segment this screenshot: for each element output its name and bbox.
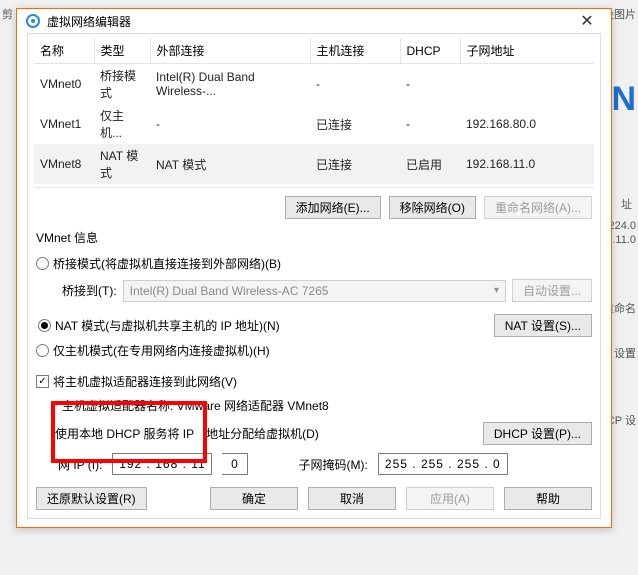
add-network-button[interactable]: 添加网络(E)... [285,196,381,219]
col-host[interactable]: 主机连接 [310,38,400,64]
col-name[interactable]: 名称 [34,38,94,64]
nat-settings-button[interactable]: NAT 设置(S)... [494,314,592,337]
table-row[interactable]: VMnet8NAT 模式NAT 模式 已连接已启用192.168.11.0 [34,144,594,184]
adapter-name-label: 主机虚拟适配器名称: VMware 网络适配器 VMnet8 [34,393,594,418]
title-bar: 虚拟网络编辑器 ✕ [17,9,611,33]
radio-icon [36,257,49,270]
virtual-network-editor-dialog: 虚拟网络编辑器 ✕ 名称 类型 外部连接 主机连接 DHCP 子网地址 [16,8,612,528]
subnet-mask-input[interactable]: 255 . 255 . 255 . 0 [378,453,508,475]
table-row[interactable]: VMnet1仅主机...- 已连接-192.168.80.0 [34,104,594,144]
window-title: 虚拟网络编辑器 [47,13,131,30]
subnet-ip-last-octet[interactable]: 0 [222,453,248,475]
auto-settings-button: 自动设置... [512,279,592,302]
rename-network-button: 重命名网络(A)... [484,196,592,219]
dialog-body: 名称 类型 外部连接 主机连接 DHCP 子网地址 VMnet0桥接模式Inte… [27,33,601,519]
subnet-ip-input[interactable]: 192 . 168 . 11 [112,453,212,475]
remove-network-button[interactable]: 移除网络(O) [389,196,476,219]
close-button[interactable]: ✕ [567,9,607,33]
radio-icon [36,344,49,357]
chevron-down-icon: ▾ [494,285,499,296]
network-list[interactable]: 名称 类型 外部连接 主机连接 DHCP 子网地址 VMnet0桥接模式Inte… [34,38,594,188]
col-ext[interactable]: 外部连接 [150,38,310,64]
network-list-header: 名称 类型 外部连接 主机连接 DHCP 子网地址 [34,38,594,64]
app-icon [25,13,41,29]
help-button[interactable]: 帮助 [504,487,592,510]
subnet-ip-label: 网 IP (I): [58,456,102,473]
nat-mode-radio[interactable]: NAT 模式(与虚拟机共享主机的 IP 地址)(N) [36,314,282,337]
apply-button: 应用(A) [406,487,494,510]
dhcp-settings-button[interactable]: DHCP 设置(P)... [483,422,592,445]
dialog-buttons: 还原默认设置(R) 确定 取消 应用(A) 帮助 [34,477,594,510]
bridge-mode-radio[interactable]: 桥接模式(将虚拟机直接连接到外部网络)(B) [34,252,594,275]
cancel-button[interactable]: 取消 [308,487,396,510]
radio-icon [38,319,51,332]
col-subnet[interactable]: 子网地址 [460,38,594,64]
vmnet-info-label: VMnet 信息 [36,229,592,246]
checkbox-icon [36,375,49,388]
restore-defaults-button[interactable]: 还原默认设置(R) [36,487,147,510]
use-dhcp-checkbox[interactable]: 使用本地 DHCP 服务将 IP 地址分配给虚拟机(D) [36,422,321,445]
connect-host-checkbox[interactable]: 将主机虚拟适配器连接到此网络(V) [34,370,594,393]
table-row[interactable]: VMnet0桥接模式Intel(R) Dual Band Wireless-..… [34,64,594,105]
col-type[interactable]: 类型 [94,38,150,64]
list-buttons: 添加网络(E)... 移除网络(O) 重命名网络(A)... [34,188,594,229]
ok-button[interactable]: 确定 [210,487,298,510]
bridge-target-combo: Intel(R) Dual Band Wireless-AC 7265 ▾ [123,280,506,302]
hostonly-mode-radio[interactable]: 仅主机模式(在专用网络内连接虚拟机)(H) [34,339,594,362]
col-dhcp[interactable]: DHCP [400,38,460,64]
bridge-to-label: 桥接到(T): [62,282,117,299]
subnet-mask-label: 子网掩码(M): [298,456,367,473]
